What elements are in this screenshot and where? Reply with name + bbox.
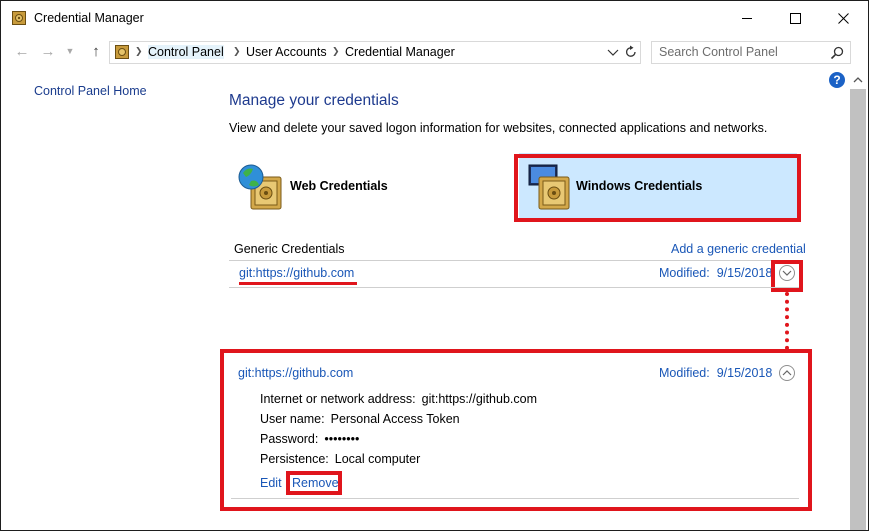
close-button[interactable] [820, 1, 866, 35]
windows-credentials-vault-icon [528, 164, 570, 210]
forward-button[interactable]: → [37, 41, 59, 61]
detail-network-address: Internet or network address: git:https://… [260, 392, 537, 406]
section-divider [229, 260, 799, 261]
title-bar: Credential Manager [1, 1, 868, 35]
expand-credential-button[interactable] [779, 265, 795, 281]
persistence-value: Local computer [334, 452, 421, 466]
windows-credentials-tile[interactable]: Windows Credentials [519, 153, 797, 219]
breadcrumb-separator-icon: ❯ [135, 46, 143, 56]
modified-label: Modified: [659, 366, 710, 380]
generic-credentials-heading: Generic Credentials [234, 242, 345, 256]
help-icon[interactable]: ? [829, 72, 845, 88]
edit-credential-link[interactable]: Edit [260, 476, 282, 490]
web-credentials-label: Web Credentials [290, 179, 388, 193]
modified-date: 9/15/2018 [716, 366, 773, 380]
detail-persistence: Persistence: Local computer [260, 452, 420, 466]
minimize-icon [741, 17, 752, 19]
detail-password: Password: •••••••• [260, 432, 359, 446]
refresh-icon[interactable] [624, 44, 638, 60]
network-address-label: Internet or network address: [260, 392, 416, 406]
chevron-down-icon: ▼ [65, 46, 75, 56]
page-title: Manage your credentials [229, 92, 399, 109]
address-bar[interactable]: ❯ Control Panel ❯ User Accounts ❯ Creden… [109, 41, 641, 64]
close-icon [837, 12, 849, 24]
breadcrumb-user-accounts[interactable]: User Accounts [246, 45, 327, 59]
back-button[interactable]: ← [11, 41, 33, 61]
modified-date: 9/15/2018 [716, 266, 773, 280]
web-credentials-vault-icon [238, 164, 282, 210]
credential-manager-icon [12, 11, 26, 25]
panel-divider [231, 498, 799, 499]
web-credentials-tile[interactable]: Web Credentials [231, 153, 501, 219]
windows-credentials-label: Windows Credentials [576, 179, 703, 193]
maximize-icon [789, 12, 801, 24]
user-name-value: Personal Access Token [330, 412, 460, 426]
user-name-label: User name: [260, 412, 325, 426]
add-generic-credential-link[interactable]: Add a generic credential [671, 242, 806, 256]
page-description: View and delete your saved logon informa… [229, 121, 768, 135]
up-arrow-icon: ↑ [92, 42, 100, 60]
modified-label: Modified: [659, 266, 710, 280]
control-panel-home-link[interactable]: Control Panel Home [34, 84, 147, 98]
annotation-dotted-connector [785, 292, 789, 350]
password-label: Password: [260, 432, 319, 446]
remove-credential-link[interactable]: Remove [292, 476, 339, 490]
maximize-button[interactable] [772, 1, 818, 35]
credential-name-expanded[interactable]: git:https://github.com [238, 366, 353, 380]
breadcrumb-separator-icon: ❯ [233, 46, 241, 56]
collapse-credential-button[interactable] [779, 365, 795, 381]
chevron-down-icon [782, 270, 792, 276]
minimize-button[interactable] [724, 1, 770, 35]
network-address-value: git:https://github.com [421, 392, 537, 406]
modified-date-expanded: Modified: 9/15/2018 [659, 366, 772, 380]
detail-user-name: User name: Personal Access Token [260, 412, 460, 426]
breadcrumb-control-panel[interactable]: Control Panel [148, 45, 224, 59]
breadcrumb-credential-manager[interactable]: Credential Manager [345, 45, 455, 59]
address-dropdown-icon[interactable] [606, 45, 620, 59]
search-icon[interactable] [830, 46, 844, 60]
navigation-bar: ← → ▼ ↑ ❯ Control Panel ❯ User Accounts … [1, 35, 868, 67]
search-input[interactable]: Search Control Panel [651, 41, 851, 64]
chevron-up-icon [853, 77, 863, 83]
row-divider [229, 287, 799, 288]
back-arrow-icon: ← [14, 42, 30, 60]
up-button[interactable]: ↑ [85, 41, 107, 61]
breadcrumb-separator-icon: ❯ [332, 46, 340, 56]
modified-date-collapsed: Modified: 9/15/2018 [659, 266, 772, 280]
search-placeholder: Search Control Panel [659, 45, 778, 59]
vertical-scrollbar[interactable] [850, 89, 866, 530]
chevron-up-icon [782, 370, 792, 376]
annotation-underline [239, 282, 357, 285]
credential-name-collapsed[interactable]: git:https://github.com [239, 266, 354, 280]
recent-locations-button[interactable]: ▼ [63, 41, 77, 61]
credential-manager-window: Credential Manager ← → ▼ ↑ ❯ Control Pan… [0, 0, 869, 531]
scroll-up-button[interactable] [850, 72, 866, 88]
forward-arrow-icon: → [40, 42, 56, 60]
password-value: •••••••• [324, 432, 360, 446]
window-title: Credential Manager [34, 11, 144, 25]
persistence-label: Persistence: [260, 452, 329, 466]
control-panel-icon [115, 45, 129, 59]
